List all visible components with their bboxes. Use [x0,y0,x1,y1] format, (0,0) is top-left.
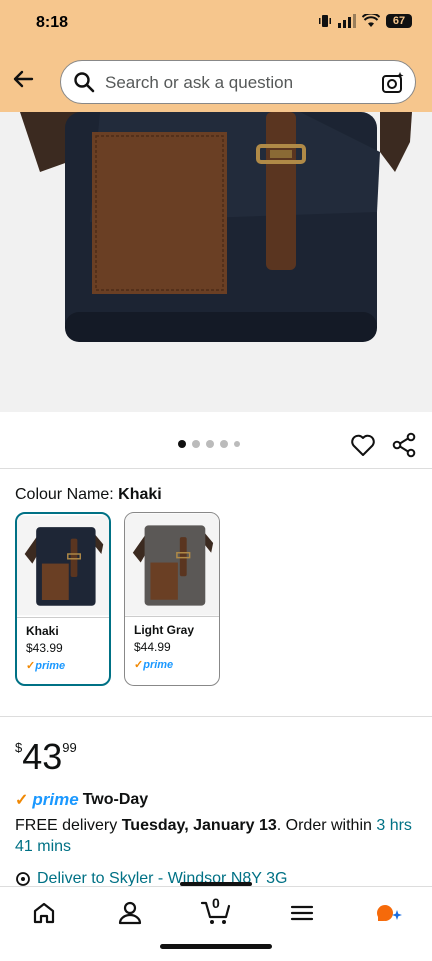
swatch-prime-badge: ✓prime [134,659,174,671]
divider [0,716,432,717]
prime-text: prime [143,659,174,671]
camera-search-icon[interactable] [381,71,405,95]
search-bar[interactable] [60,60,416,104]
location-pin-icon [16,872,30,886]
prime-text: prime [35,660,66,672]
cart-count: 0 [212,895,220,911]
colour-label: Colour Name: [15,486,114,503]
colour-name-row: Colour Name: Khaki [15,486,162,504]
two-day-label: Two-Day [82,791,149,808]
share-icon[interactable] [392,432,416,458]
bottom-tab-bar: 0 [0,886,432,961]
light-gray-bag-thumbnail [125,513,219,617]
vibrate-icon [319,15,331,27]
carousel-dot-5[interactable] [234,441,240,447]
swatch-name: Khaki [26,624,59,638]
price-fraction: 99 [62,740,77,755]
divider [0,468,432,469]
delivery-mid: . Order within [276,817,377,834]
colour-option-khaki[interactable]: Khaki $43.99 ✓prime [15,512,111,686]
search-input[interactable] [103,69,367,97]
carousel-dots[interactable] [178,440,240,448]
prime-logo: prime [32,790,79,809]
home-indicator [160,944,272,949]
khaki-bag-thumbnail [17,515,109,618]
back-arrow-icon[interactable] [10,66,36,92]
cart-button[interactable]: 0 [200,895,232,927]
heart-icon[interactable] [350,432,376,458]
status-time: 8:18 [36,14,69,31]
swatch-price: $43.99 [26,641,63,655]
messenger-bag-image [0,112,432,412]
product-image[interactable] [0,112,432,412]
delivery-prefix: FREE delivery [15,817,122,834]
carousel-dot-4[interactable] [220,440,228,448]
swatch-name: Light Gray [134,623,195,637]
menu-icon[interactable] [288,899,316,927]
colour-option-light-gray[interactable]: Light Gray $44.99 ✓prime [124,512,220,686]
product-price: $4399 [15,736,77,778]
wifi-icon [362,14,380,27]
colour-selected-value: Khaki [118,486,162,503]
carousel-controls [0,412,432,468]
status-bar: 8:18 67 [0,0,432,48]
carousel-dot-1[interactable] [178,440,186,448]
rufus-assistant-icon[interactable] [374,899,402,927]
account-icon[interactable] [116,899,144,927]
carousel-dot-2[interactable] [192,440,200,448]
prime-two-day: ✓ prime Two-Day [15,790,148,810]
top-header [0,48,432,112]
battery-icon: 67 [386,14,412,28]
search-icon [74,72,95,93]
swatch-prime-badge: ✓prime [26,660,66,672]
delivery-info: FREE delivery Tuesday, January 13. Order… [15,815,415,857]
price-symbol: $ [15,740,23,755]
prime-check-icon: ✓ [15,792,29,809]
delivery-date: Tuesday, January 13 [121,817,277,834]
status-icons: 67 [318,14,412,28]
signal-icon [338,14,356,28]
home-icon[interactable] [30,899,58,927]
carousel-dot-3[interactable] [206,440,214,448]
swatch-price: $44.99 [134,640,171,654]
price-whole: 43 [22,736,63,777]
